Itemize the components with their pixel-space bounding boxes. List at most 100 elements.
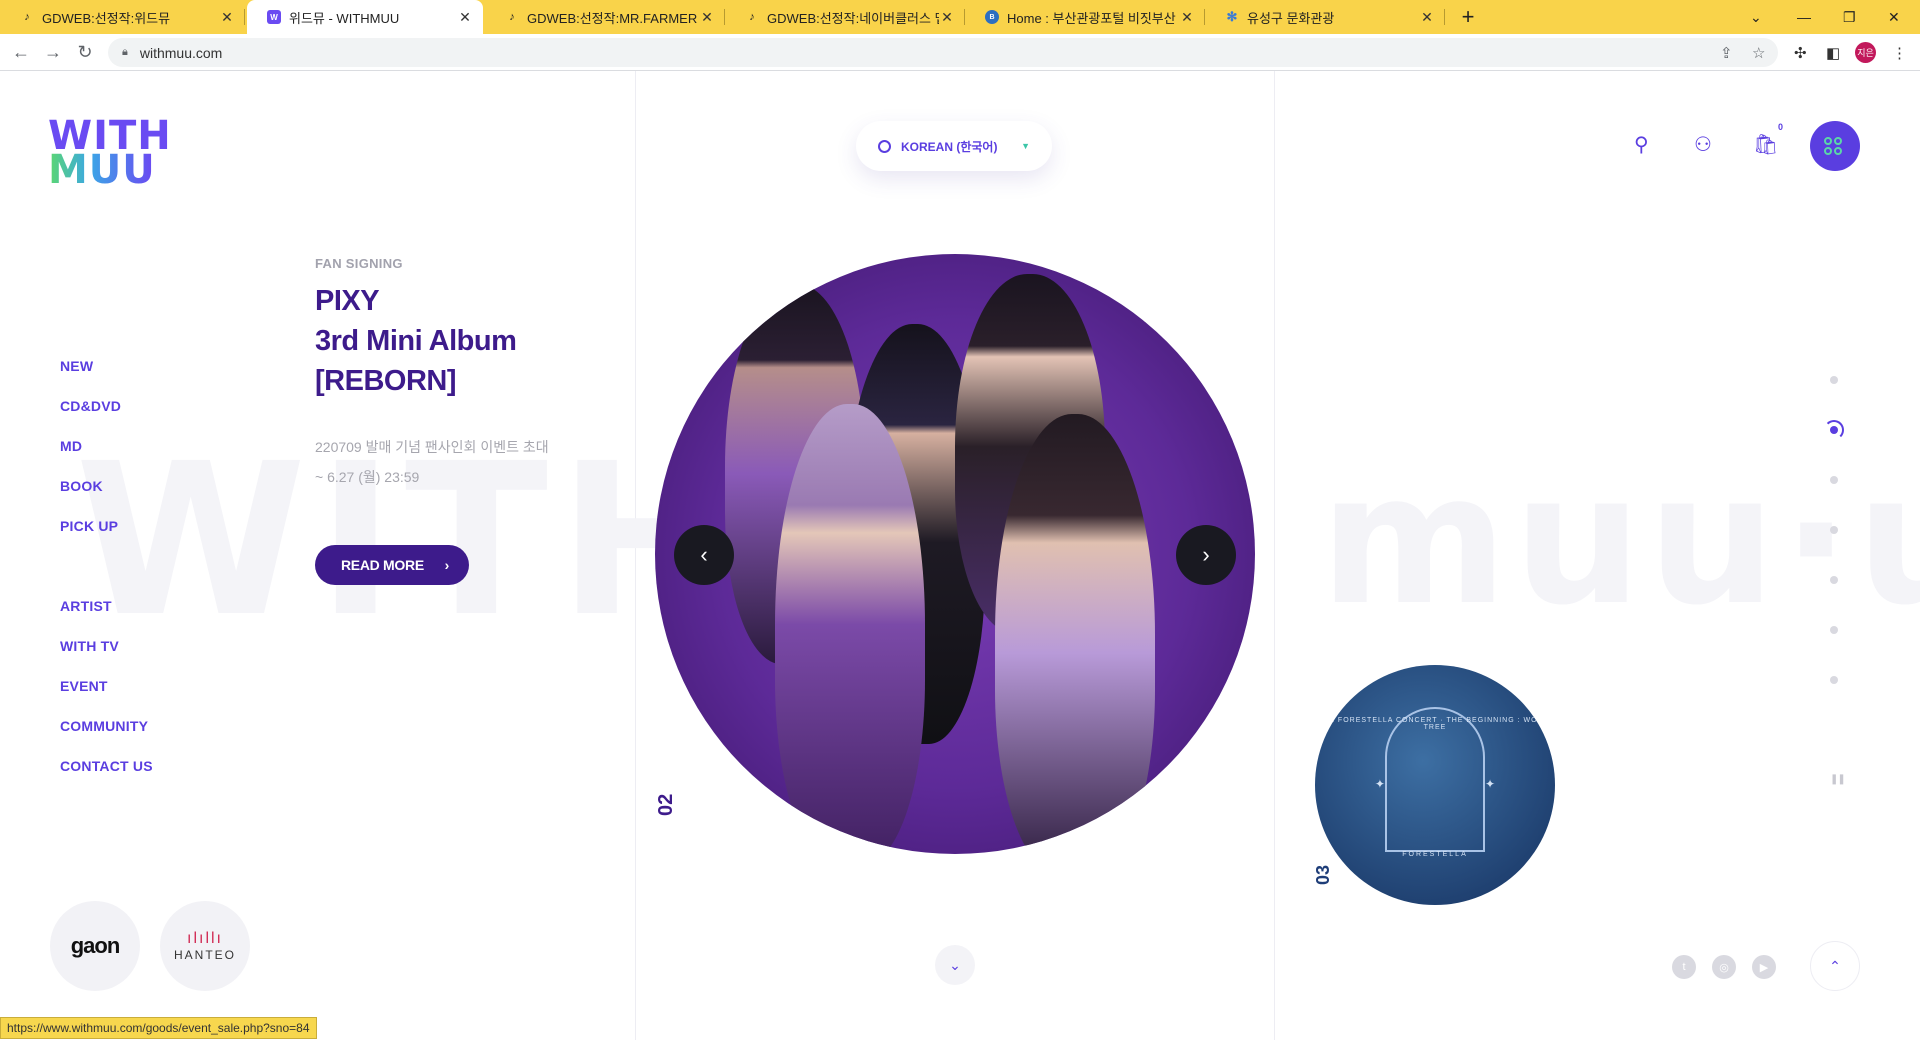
tab-search-chevron-icon[interactable]: ⌄	[1750, 0, 1762, 34]
scroll-down-button[interactable]: ⌄	[935, 945, 975, 985]
slide-title-line: PIXY	[315, 285, 380, 317]
slide-description: 220709 발매 기념 팬사인회 이벤트 초대 ~ 6.27 (월) 23:5…	[315, 432, 549, 492]
read-more-button[interactable]: READ MORE ›	[315, 545, 469, 585]
tab-visitbusan[interactable]: B Home : 부산관광포털 비짓부산 ✕	[965, 0, 1205, 34]
omnibox[interactable]: 🔒︎ withmuu.com ⇪ ☆	[108, 38, 1778, 67]
pagination-dot[interactable]	[1830, 476, 1838, 484]
side-panel-icon[interactable]: ◧	[1826, 44, 1840, 62]
nav-cd-dvd[interactable]: CD&DVD	[60, 386, 153, 426]
bookmark-star-icon[interactable]: ☆	[1752, 44, 1765, 62]
browser-tab-bar: ♪ GDWEB:선정작:위드뮤 ✕ W 위드뮤 - WITHMUU ✕ ♪ GD…	[0, 0, 1920, 34]
reload-button[interactable]: ↻	[74, 42, 96, 63]
chevron-right-icon: ›	[444, 557, 450, 573]
globe-icon	[878, 139, 891, 153]
slide-category: FAN SIGNING	[315, 256, 403, 271]
thumbnail-caption: 2022 FORESTELLA CONCERT · THE BEGINNING …	[1315, 717, 1555, 731]
tab-title: GDWEB:선정작:MR.FARMER	[527, 10, 698, 26]
close-icon[interactable]: ✕	[1419, 9, 1435, 26]
tab-title: GDWEB:선정작:위드뮤	[42, 10, 171, 26]
slide-title-line: [REBORN]	[315, 365, 457, 397]
gaon-logo: gaon	[70, 933, 121, 958]
slide-next-button[interactable]: ›	[1176, 525, 1236, 585]
user-icon[interactable]: ⚇	[1694, 132, 1712, 157]
tab-gdweb-mrfarmer[interactable]: ♪ GDWEB:선정작:MR.FARMER ✕	[485, 0, 725, 34]
slide-number-next: 03	[1313, 864, 1333, 885]
lock-icon: 🔒︎	[122, 46, 128, 58]
close-icon[interactable]: ✕	[699, 9, 715, 26]
extensions-icon[interactable]: ✣	[1794, 44, 1807, 62]
forward-button[interactable]: →	[42, 42, 64, 63]
tab-withmuu[interactable]: W 위드뮤 - WITHMUU ✕	[247, 0, 483, 34]
pagination-dot[interactable]	[1830, 576, 1838, 584]
cart-count-badge: 0	[1778, 122, 1784, 132]
restore-button[interactable]: ❐	[1843, 0, 1856, 34]
language-selector[interactable]: KOREAN (한국어) ▼	[856, 121, 1052, 171]
close-icon[interactable]: ✕	[939, 9, 955, 26]
close-icon[interactable]: ✕	[457, 9, 473, 26]
hanteo-bars-icon: ılıllı	[187, 930, 223, 947]
withmuu-page: WITH muu·u· WITH MUU NEW CD&DVD MD BOOK …	[0, 71, 1920, 1040]
caret-down-icon: ▼	[1021, 141, 1030, 151]
pagination-dot[interactable]	[1830, 376, 1838, 384]
tab-gdweb-naver[interactable]: ♪ GDWEB:선정작:네이버클러스 맵 ✕	[725, 0, 965, 34]
close-icon[interactable]: ✕	[1179, 9, 1195, 26]
tab-gdweb-withmuu[interactable]: ♪ GDWEB:선정작:위드뮤 ✕	[0, 0, 245, 34]
back-button[interactable]: ←	[10, 42, 32, 63]
slide-desc-line: ~ 6.27 (월) 23:59	[315, 469, 420, 485]
chevron-down-icon: ⌄	[949, 956, 961, 973]
twitter-icon[interactable]: t	[1672, 955, 1696, 979]
nav-with-tv[interactable]: WITH TV	[60, 626, 153, 666]
nav-contact-us[interactable]: CONTACT US	[60, 746, 153, 786]
tab-title: 위드뮤 - WITHMUU	[289, 10, 400, 26]
pause-icon[interactable]: ❚❚	[1830, 774, 1846, 785]
new-tab-button[interactable]: +	[1454, 4, 1482, 30]
nav-pick-up[interactable]: PICK UP	[60, 506, 153, 546]
scroll-top-button[interactable]: ⌃	[1810, 941, 1860, 991]
pagination-dot-active[interactable]	[1830, 426, 1838, 434]
watermark-right: muu·u·	[1320, 436, 1920, 645]
address-bar-row: ← → ↻ 🔒︎ withmuu.com ⇪ ☆ ✣ ◧ 지은 ⋮	[0, 34, 1920, 71]
slide-number-current: 02	[655, 793, 677, 816]
shopping-bag-icon[interactable]: 🛍︎	[1753, 132, 1778, 157]
pagination-dot[interactable]	[1830, 626, 1838, 634]
youtube-icon[interactable]: ▶	[1752, 955, 1776, 979]
read-more-label: READ MORE	[341, 557, 424, 573]
slide-title-line: 3rd Mini Album	[315, 325, 517, 357]
nav-community[interactable]: COMMUNITY	[60, 706, 153, 746]
nav-new[interactable]: NEW	[60, 346, 153, 386]
tiktok-icon: ♪	[24, 11, 30, 23]
nav-book[interactable]: BOOK	[60, 466, 153, 506]
main-navigation: NEW CD&DVD MD BOOK PICK UP ARTIST WITH T…	[60, 346, 153, 786]
minimize-button[interactable]: —	[1797, 0, 1811, 34]
slide-title: PIXY 3rd Mini Album [REBORN]	[315, 281, 517, 401]
slide-image-pixy[interactable]	[655, 254, 1255, 854]
withmuu-favicon: W	[267, 10, 281, 24]
grid-menu-icon	[1823, 136, 1847, 156]
logo-line-2: MUU	[48, 147, 156, 193]
close-icon[interactable]: ✕	[219, 9, 235, 26]
nav-md[interactable]: MD	[60, 426, 153, 466]
tiktok-icon: ♪	[509, 11, 515, 23]
next-slide-thumbnail[interactable]: 2022 FORESTELLA CONCERT · THE BEGINNING …	[1315, 665, 1555, 905]
slide-prev-button[interactable]: ‹	[674, 525, 734, 585]
tab-yuseong[interactable]: ✻ 유성구 문화관광 ✕	[1205, 0, 1445, 34]
share-icon[interactable]: ⇪	[1720, 44, 1733, 62]
nav-artist[interactable]: ARTIST	[60, 586, 153, 626]
hanteo-logo: HANTEO	[173, 948, 236, 962]
all-menu-button[interactable]	[1810, 121, 1860, 171]
pagination-dot[interactable]	[1830, 526, 1838, 534]
kebab-menu-icon[interactable]: ⋮	[1892, 44, 1907, 62]
pagination-dot[interactable]	[1830, 676, 1838, 684]
slide-desc-line: 220709 발매 기념 팬사인회 이벤트 초대	[315, 439, 549, 455]
instagram-icon[interactable]: ◎	[1712, 955, 1736, 979]
site-logo[interactable]: WITH MUU	[48, 116, 171, 193]
search-icon[interactable]: ⚲	[1634, 132, 1649, 157]
yuseong-favicon: ✻	[1226, 9, 1238, 24]
close-window-button[interactable]: ✕	[1888, 0, 1900, 34]
status-bar-url: https://www.withmuu.com/goods/event_sale…	[0, 1017, 317, 1039]
partner-gaon[interactable]: gaon	[50, 901, 140, 991]
tab-title: Home : 부산관광포털 비짓부산	[1007, 10, 1176, 26]
profile-avatar[interactable]: 지은	[1855, 42, 1876, 63]
nav-event[interactable]: EVENT	[60, 666, 153, 706]
partner-hanteo[interactable]: ılıllı HANTEO	[160, 901, 250, 991]
